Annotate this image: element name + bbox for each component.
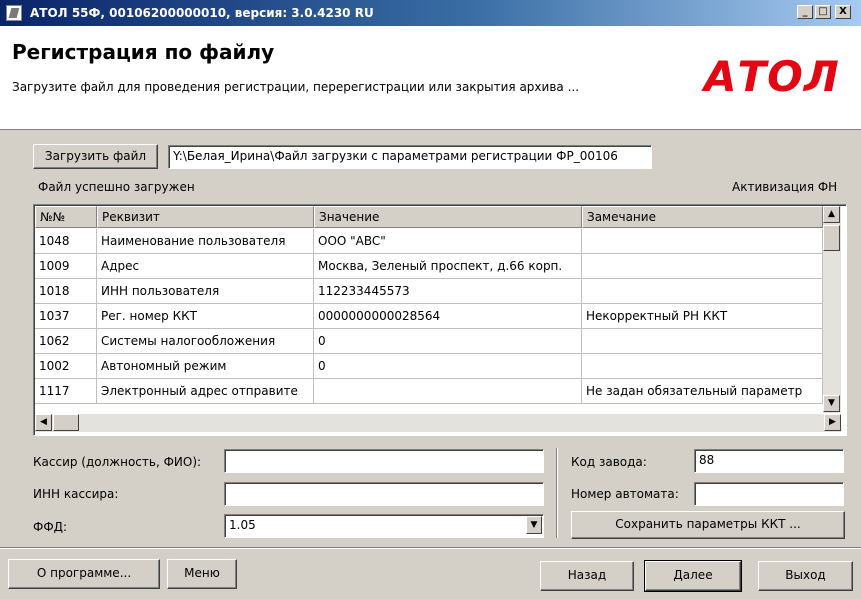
table-cell[interactable]: 112233445573 [314, 279, 582, 304]
page-title: Регистрация по файлу [12, 40, 275, 64]
close-button[interactable]: X [835, 5, 851, 19]
horizontal-scrollbar[interactable]: ◀ ▶ [35, 414, 841, 432]
table-cell[interactable] [582, 229, 823, 254]
close-icon: X [839, 6, 847, 17]
table-cell[interactable]: 1018 [35, 279, 97, 304]
footer-separator [0, 547, 861, 549]
ffd-label: ФФД: [33, 520, 68, 534]
cashier-input[interactable] [224, 449, 544, 473]
ffd-selected-value: 1.05 [229, 518, 256, 532]
table-cell[interactable]: ООО "ABC" [314, 229, 582, 254]
factory-code-input[interactable]: 88 [694, 449, 844, 473]
factory-code-label: Код завода: [571, 455, 647, 469]
title-bar[interactable]: АТОЛ 55Ф, 00106200000010, версия: 3.0.42… [0, 0, 861, 26]
table-cell[interactable]: 0000000000028564 [314, 304, 582, 329]
table-cell[interactable]: Не задан обязательный параметр [582, 379, 823, 404]
table-cell[interactable]: 0 [314, 329, 582, 354]
table-cell[interactable] [582, 279, 823, 304]
table-cell[interactable]: 1037 [35, 304, 97, 329]
table-cell[interactable] [314, 379, 582, 404]
page-subtitle: Загрузите файл для проведения регистраци… [12, 80, 580, 94]
cashier-inn-label: ИНН кассира: [33, 487, 119, 501]
cashier-label: Кассир (должность, ФИО): [33, 455, 202, 469]
scroll-right-icon[interactable]: ▶ [824, 414, 841, 431]
ffd-select[interactable]: 1.05 ▼ [224, 514, 544, 538]
header-panel: Регистрация по файлу Загрузите файл для … [0, 26, 861, 130]
maximize-icon: □ [818, 6, 828, 17]
minimize-button[interactable]: _ [797, 5, 813, 19]
table-cell[interactable]: Наименование пользователя [97, 229, 314, 254]
menu-button[interactable]: Меню [167, 559, 237, 589]
parameters-table[interactable]: №№ Реквизит Значение Замечание 1048 Наим… [33, 204, 847, 436]
horizontal-scroll-thumb[interactable] [53, 414, 79, 431]
vertical-scrollbar[interactable]: ▲ ▼ [823, 206, 841, 413]
scroll-down-icon[interactable]: ▼ [823, 395, 840, 412]
machine-number-label: Номер автомата: [571, 487, 679, 501]
back-button[interactable]: Назад [540, 561, 634, 591]
table-cell[interactable]: 1009 [35, 254, 97, 279]
table-cell[interactable]: 1048 [35, 229, 97, 254]
table-cell[interactable]: 1002 [35, 354, 97, 379]
column-header-attribute[interactable]: Реквизит [97, 206, 314, 228]
table-cell[interactable]: Рег. номер ККТ [97, 304, 314, 329]
chevron-down-icon[interactable]: ▼ [526, 516, 542, 534]
table-cell[interactable]: ИНН пользователя [97, 279, 314, 304]
table-cell[interactable]: Системы налогообложения [97, 329, 314, 354]
file-path-field[interactable]: Y:\Белая_Ирина\Файл загрузки с параметра… [168, 145, 652, 169]
table-cell[interactable]: Москва, Зеленый проспект, д.66 корп. [314, 254, 582, 279]
vertical-scroll-thumb[interactable] [823, 225, 840, 251]
table-cell[interactable]: 1117 [35, 379, 97, 404]
vertical-divider [556, 448, 558, 538]
load-file-button[interactable]: Загрузить файл [33, 144, 158, 169]
table-cell[interactable] [582, 354, 823, 379]
window-title: АТОЛ 55Ф, 00106200000010, версия: 3.0.42… [30, 6, 374, 20]
fn-activation-text: Активизация ФН [732, 180, 838, 194]
app-icon [6, 5, 22, 21]
table-cell[interactable]: Некорректный РН ККТ [582, 304, 823, 329]
scroll-up-icon[interactable]: ▲ [823, 206, 840, 223]
minimize-icon: _ [802, 6, 808, 17]
table-cell[interactable]: Автономный режим [97, 354, 314, 379]
cashier-inn-input[interactable] [224, 482, 544, 506]
column-header-remark[interactable]: Замечание [582, 206, 823, 228]
save-kkt-params-button[interactable]: Сохранить параметры ККТ ... [571, 511, 845, 539]
exit-button[interactable]: Выход [758, 561, 853, 591]
table-cell[interactable] [582, 329, 823, 354]
table-cell[interactable]: 0 [314, 354, 582, 379]
about-button[interactable]: О программе... [8, 559, 160, 589]
column-header-value[interactable]: Значение [314, 206, 582, 228]
atol-logo: АТОЛ [704, 52, 840, 101]
main-window: АТОЛ 55Ф, 00106200000010, версия: 3.0.42… [0, 0, 861, 599]
table-cell[interactable]: Адрес [97, 254, 314, 279]
table-cell[interactable]: 1062 [35, 329, 97, 354]
load-status-text: Файл успешно загружен [38, 180, 195, 194]
table-cell[interactable] [582, 254, 823, 279]
column-header-number[interactable]: №№ [35, 206, 97, 228]
table-cell[interactable]: Электронный адрес отправите [97, 379, 314, 404]
maximize-button[interactable]: □ [815, 5, 831, 19]
scroll-left-icon[interactable]: ◀ [35, 414, 52, 431]
next-button[interactable]: Далее [644, 560, 742, 592]
machine-number-input[interactable] [694, 482, 844, 506]
